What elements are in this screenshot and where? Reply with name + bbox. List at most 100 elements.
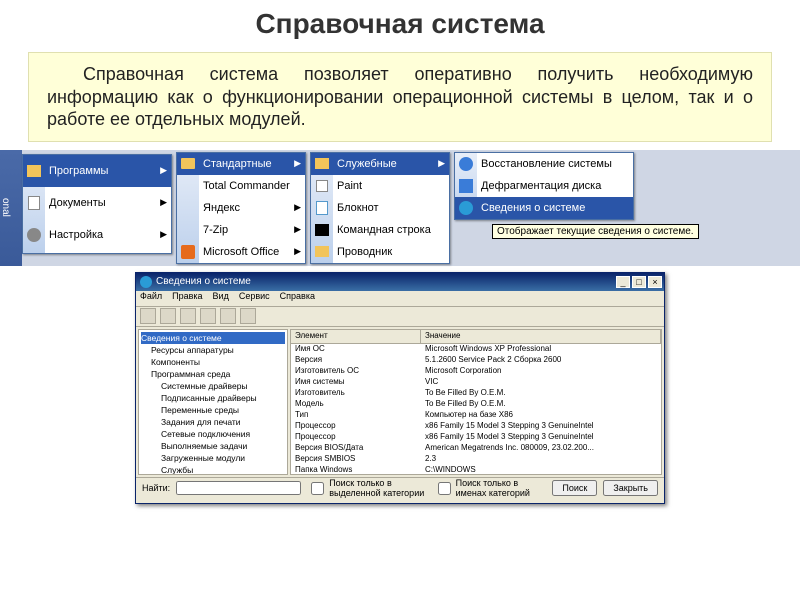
titlebar[interactable]: Сведения о системе _□× — [136, 273, 664, 291]
table-row[interactable]: МодельTo Be Filled By O.E.M. — [291, 399, 661, 410]
find-button[interactable]: Поиск — [552, 480, 597, 496]
tree-node[interactable]: Задания для печати — [141, 416, 285, 428]
toolbar-button[interactable] — [160, 308, 176, 324]
minimize-button[interactable]: _ — [616, 276, 630, 288]
statusbar-tooltip: Отображает текущие сведения о системе. — [492, 224, 699, 239]
table-row[interactable]: Версия5.1.2600 Service Pack 2 Сборка 260… — [291, 355, 661, 366]
tree-node[interactable]: Загруженные модули — [141, 452, 285, 464]
menu-Сервис[interactable]: Сервис — [239, 291, 270, 301]
menu-Вид[interactable]: Вид — [213, 291, 229, 301]
menu-item[interactable]: Microsoft Office▶ — [177, 241, 305, 263]
docs-icon — [26, 195, 42, 211]
menu-Правка[interactable]: Правка — [172, 291, 202, 301]
cell-value: Microsoft Corporation — [421, 366, 661, 377]
tree-node[interactable]: Программная среда — [141, 368, 285, 380]
chk1-label: Поиск только в выделенной категории — [329, 478, 427, 498]
service-panel: Восстановление системыДефрагментация дис… — [454, 152, 634, 220]
cell-value: x86 Family 15 Model 3 Stepping 3 Genuine… — [421, 421, 661, 432]
table-row[interactable]: Версия SMBIOS2.3 — [291, 454, 661, 465]
submenu-arrow-icon: ▶ — [294, 246, 301, 257]
table-row[interactable]: Папка WindowsC:\WINDOWS — [291, 465, 661, 475]
tree-node[interactable]: Сведения о системе — [141, 332, 285, 344]
tree-node[interactable]: Системные драйверы — [141, 380, 285, 392]
cell-element: Имя ОС — [291, 344, 421, 355]
menu-item-label: Служебные — [337, 158, 397, 170]
find-label: Найти: — [142, 483, 170, 493]
submenu-arrow-icon: ▶ — [294, 202, 301, 213]
menu-item[interactable]: Total Commander — [177, 175, 305, 197]
close-search-button[interactable]: Закрыть — [603, 480, 658, 496]
table-row[interactable]: ТипКомпьютер на базе X86 — [291, 410, 661, 421]
toolbar-button[interactable] — [240, 308, 256, 324]
table-row[interactable]: Процессорx86 Family 15 Model 3 Stepping … — [291, 432, 661, 443]
table-row[interactable]: Изготовитель ОСMicrosoft Corporation — [291, 366, 661, 377]
toolbar[interactable] — [136, 307, 664, 327]
chk-selected-category[interactable] — [311, 482, 324, 495]
toolbar-button[interactable] — [220, 308, 236, 324]
menu-item[interactable]: Служебные▶ — [311, 153, 449, 175]
table-row[interactable]: Имя системыVIC — [291, 377, 661, 388]
menu-item[interactable]: Сведения о системе — [455, 197, 633, 219]
menu-item-label: Блокнот — [337, 202, 379, 214]
cell-element: Процессор — [291, 432, 421, 443]
menu-item[interactable]: Стандартные▶ — [177, 153, 305, 175]
tree-node[interactable]: Подписанные драйверы — [141, 392, 285, 404]
category-tree[interactable]: Сведения о системеРесурсы аппаратурыКомп… — [138, 329, 288, 475]
menu-item[interactable]: 7-Zip▶ — [177, 219, 305, 241]
cell-element: Папка Windows — [291, 465, 421, 475]
cell-value: To Be Filled By O.E.M. — [421, 399, 661, 410]
menu-Справка[interactable]: Справка — [280, 291, 315, 301]
menu-item[interactable]: Проводник — [311, 241, 449, 263]
cell-value: VIC — [421, 377, 661, 388]
tree-node[interactable]: Ресурсы аппаратуры — [141, 344, 285, 356]
cell-value: American Megatrends Inc. 080009, 23.02.2… — [421, 443, 661, 454]
menu-item-label: Сведения о системе — [481, 202, 585, 214]
menu-item[interactable]: Дефрагментация диска — [455, 175, 633, 197]
menu-item[interactable]: Яндекс▶ — [177, 197, 305, 219]
menu-item[interactable]: Настройка ▶ — [23, 219, 171, 251]
col-value[interactable]: Значение — [421, 330, 661, 343]
fold2-icon — [314, 156, 330, 172]
cell-element: Изготовитель ОС — [291, 366, 421, 377]
menu-item-label: Настройка — [49, 229, 103, 241]
menu-item[interactable]: Документы▶ — [23, 187, 171, 219]
col-element[interactable]: Элемент — [291, 330, 421, 343]
find-input[interactable] — [176, 481, 301, 495]
menu-item[interactable]: Paint — [311, 175, 449, 197]
menu-Файл[interactable]: Файл — [140, 291, 162, 301]
cell-value: Компьютер на базе X86 — [421, 410, 661, 421]
chk-category-names[interactable] — [438, 482, 451, 495]
menu-item[interactable]: Программы▶ — [23, 155, 171, 187]
cell-element: Имя системы — [291, 377, 421, 388]
details-grid[interactable]: Элемент Значение Имя ОСMicrosoft Windows… — [290, 329, 662, 475]
cell-element: Модель — [291, 399, 421, 410]
tree-node[interactable]: Переменные среды — [141, 404, 285, 416]
tree-node[interactable]: Сетевые подключения — [141, 428, 285, 440]
tree-node[interactable]: Службы — [141, 464, 285, 475]
system-info-window: Сведения о системе _□× Файл Правка Вид Серв… — [135, 272, 665, 504]
submenu-arrow-icon: ▶ — [160, 229, 167, 240]
table-row[interactable]: Процессорx86 Family 15 Model 3 Stepping … — [291, 421, 661, 432]
start-menu-panel: Программы▶Документы▶ Настройка ▶ — [22, 154, 172, 254]
toolbar-button[interactable] — [180, 308, 196, 324]
tree-node[interactable]: Выполняемые задачи — [141, 440, 285, 452]
menu-item[interactable]: Восстановление системы — [455, 153, 633, 175]
7z-icon — [180, 222, 196, 238]
folder-icon — [180, 156, 196, 172]
maximize-button[interactable]: □ — [632, 276, 646, 288]
menu-item[interactable]: Блокнот — [311, 197, 449, 219]
toolbar-button[interactable] — [140, 308, 156, 324]
table-row[interactable]: Версия BIOS/ДатаAmerican Megatrends Inc.… — [291, 443, 661, 454]
menu-item-label: Стандартные — [203, 158, 272, 170]
menu-item[interactable]: Командная строка — [311, 219, 449, 241]
cmd-icon — [314, 222, 330, 238]
menu-item-label: Проводник — [337, 246, 392, 258]
ms-icon — [180, 244, 196, 260]
expl-icon — [314, 244, 330, 260]
toolbar-button[interactable] — [200, 308, 216, 324]
table-row[interactable]: Имя ОСMicrosoft Windows XP Professional — [291, 344, 661, 355]
tree-node[interactable]: Компоненты — [141, 356, 285, 368]
table-row[interactable]: ИзготовительTo Be Filled By O.E.M. — [291, 388, 661, 399]
menubar[interactable]: Файл Правка Вид Сервис Справка — [136, 291, 664, 307]
close-button[interactable]: × — [648, 276, 662, 288]
